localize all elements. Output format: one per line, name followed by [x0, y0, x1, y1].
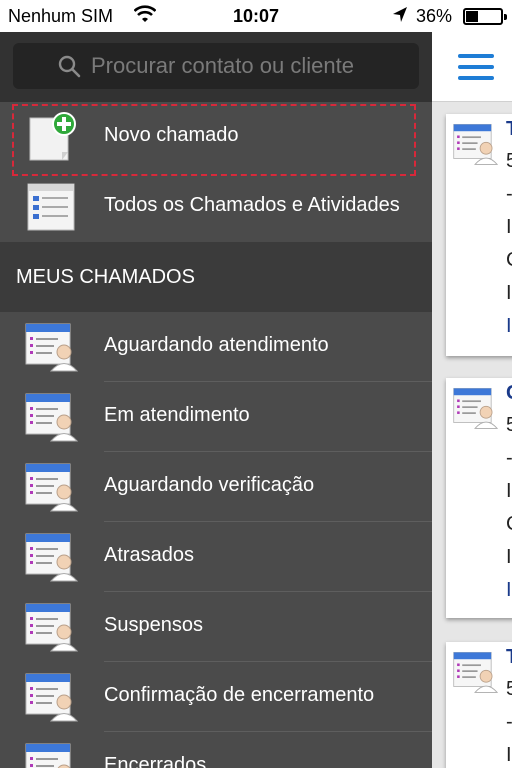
ticket-user-icon — [452, 386, 499, 430]
card-line: I — [506, 282, 512, 304]
ticket-card[interactable]: C5-ICII — [446, 378, 512, 618]
ticket-user-icon — [24, 392, 79, 442]
card-line: - — [506, 183, 512, 206]
ticket-user-icon — [24, 322, 79, 372]
card-line: C — [506, 249, 512, 272]
card-link[interactable]: I — [506, 579, 512, 602]
section-header-meus-chamados: MEUS CHAMADOS — [0, 242, 432, 312]
card-line: 5 — [506, 150, 512, 172]
battery-percent: 36% — [416, 6, 453, 26]
card-line: 5 — [506, 414, 512, 436]
search-icon — [57, 54, 81, 83]
menu-item-atrasados[interactable]: Atrasados — [0, 522, 432, 592]
side-menu: Novo chamado Todos os Chamados e Ativida… — [0, 32, 432, 768]
card-title: T — [506, 118, 512, 141]
card-line: C — [506, 513, 512, 536]
list-window-icon — [24, 182, 78, 232]
menu-item-confirma-o-de-encerramento[interactable]: Confirmação de encerramento — [0, 662, 432, 732]
card-link[interactable]: I — [506, 315, 512, 338]
menu-item-label: Atrasados — [104, 544, 195, 566]
section-title: MEUS CHAMADOS — [16, 266, 195, 288]
search-input[interactable] — [91, 43, 409, 89]
highlight-box — [12, 104, 416, 176]
menu-item-todos-os-chamados[interactable]: Todos os Chamados e Atividades — [0, 172, 432, 242]
menu-item-em-atendimento[interactable]: Em atendimento — [0, 382, 432, 452]
ticket-card[interactable]: T5-ICII — [446, 114, 512, 356]
ticket-user-icon — [24, 532, 79, 582]
card-line: - — [506, 447, 512, 470]
ticket-card[interactable]: T 5 - I — [446, 642, 512, 768]
ticket-user-icon — [24, 742, 78, 768]
menu-item-novo-chamado[interactable]: Novo chamado — [0, 102, 432, 176]
card-line: I — [506, 480, 512, 502]
card-title: T — [506, 646, 512, 669]
menu-item-label: Aguardando atendimento — [104, 334, 329, 356]
main-content: T5-ICIIC5-ICIIT5-I — [432, 32, 512, 768]
menu-item-label: Em atendimento — [104, 404, 250, 426]
menu-item-label: Confirmação de encerramento — [104, 684, 375, 706]
menu-item-encerrados[interactable]: Encerrados — [0, 732, 432, 768]
top-bar — [432, 32, 512, 102]
menu-item-aguardando-atendimento[interactable]: Aguardando atendimento — [0, 312, 432, 382]
card-line: I — [506, 744, 512, 766]
menu-item-label: Suspensos — [104, 614, 203, 636]
ticket-user-icon — [24, 672, 79, 722]
card-title: C — [506, 382, 512, 405]
ticket-user-icon — [24, 462, 79, 512]
menu-item-label: Aguardando verificação — [104, 474, 315, 496]
menu-item-aguardando-verifica-o[interactable]: Aguardando verificação — [0, 452, 432, 522]
menu-item-suspensos[interactable]: Suspensos — [0, 592, 432, 662]
search-box[interactable] — [13, 43, 419, 89]
menu-item-label: Todos os Chamados e Atividades — [104, 194, 400, 216]
ticket-user-icon — [24, 602, 79, 652]
status-bar: Nenhum SIM 10:07 36% — [0, 0, 512, 32]
ticket-user-icon — [452, 122, 499, 166]
card-line: 5 — [506, 678, 512, 700]
hamburger-icon[interactable] — [458, 54, 494, 80]
battery-icon — [463, 8, 507, 25]
card-line: - — [506, 711, 512, 734]
card-line: I — [506, 546, 512, 568]
location-arrow-icon — [392, 6, 408, 29]
ticket-user-icon — [452, 650, 499, 694]
card-line: I — [506, 216, 512, 238]
search-bar — [0, 32, 432, 102]
menu-item-label: Encerrados — [104, 754, 207, 768]
